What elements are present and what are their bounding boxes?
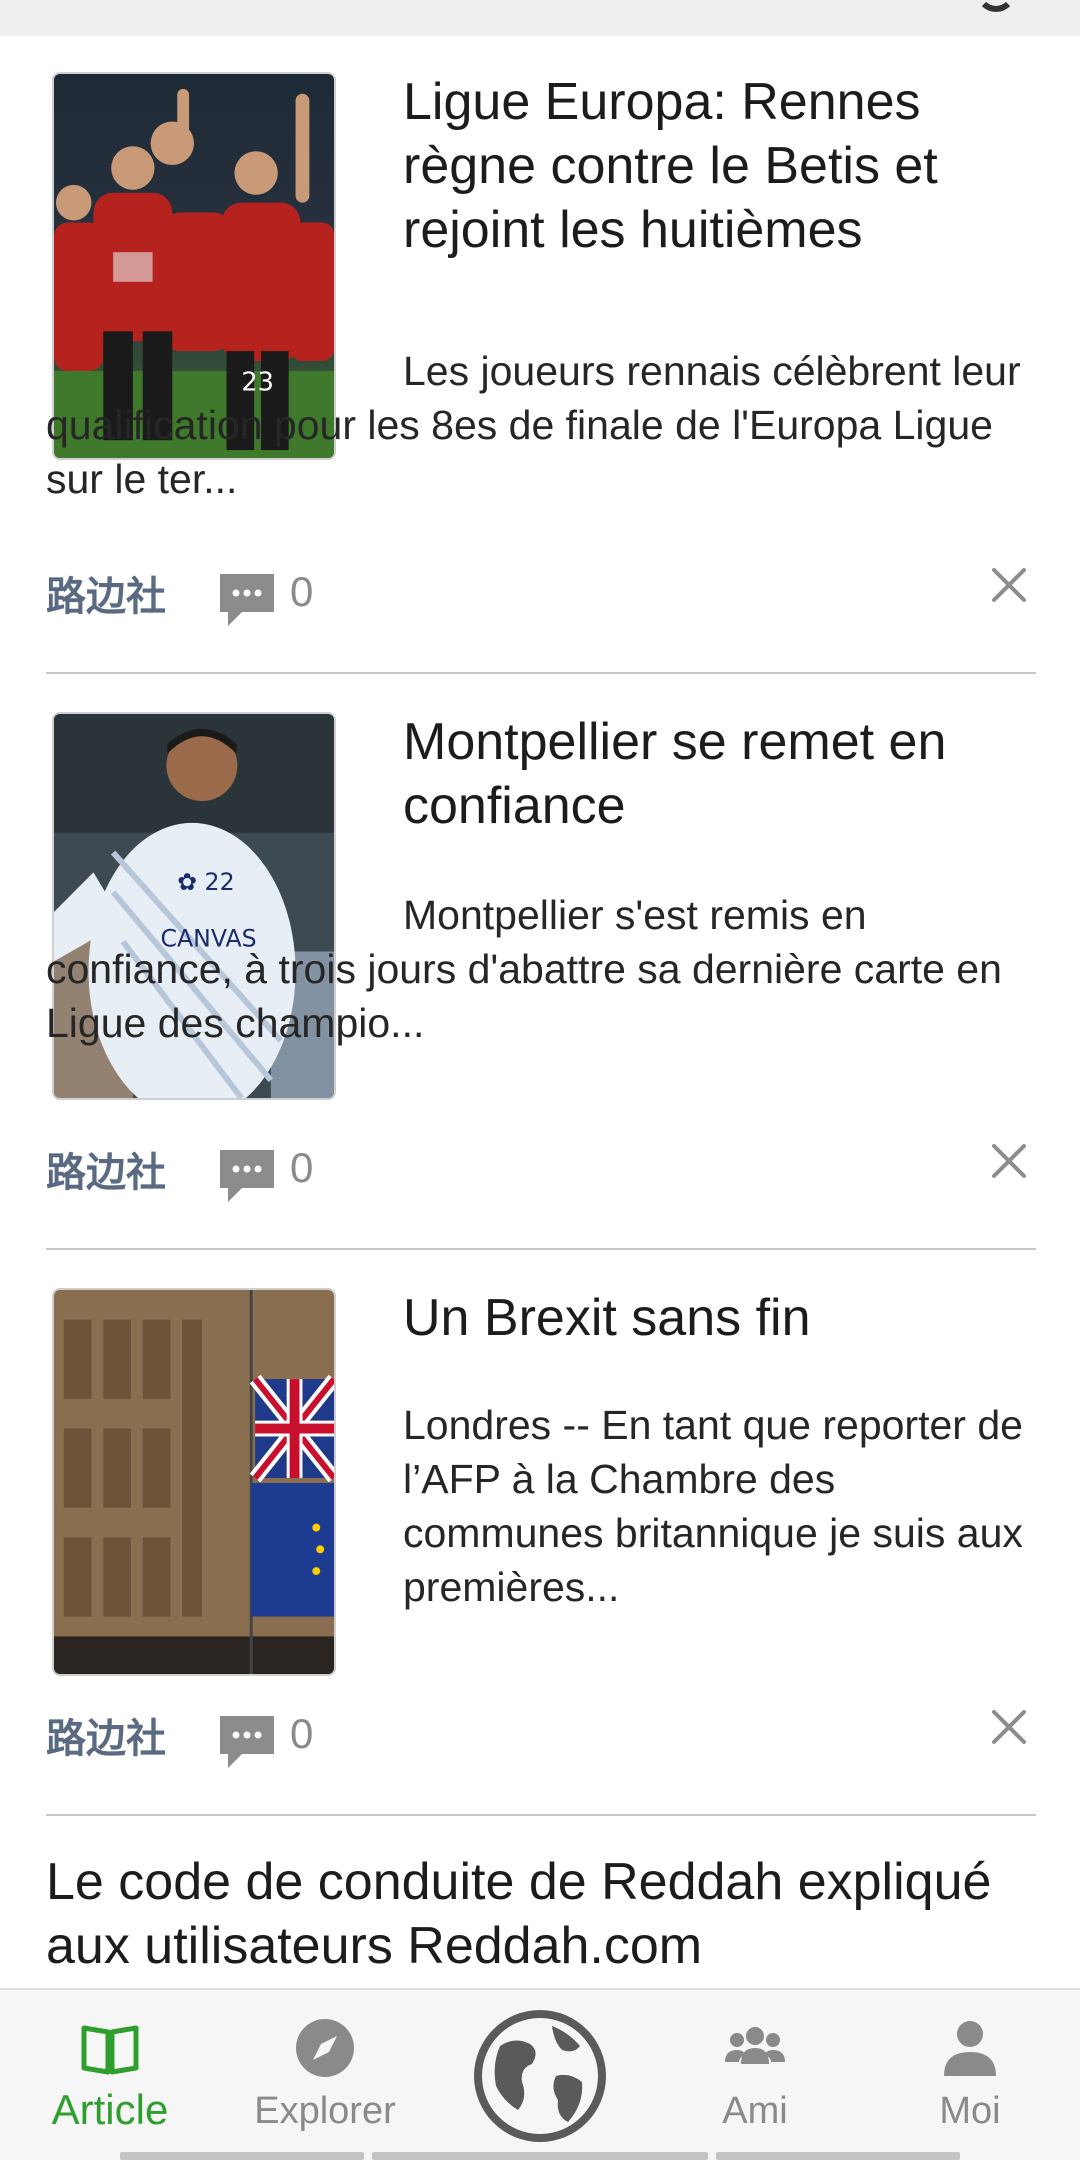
comment-count: 0: [290, 568, 314, 615]
article-thumbnail[interactable]: [52, 1288, 336, 1676]
article-feed[interactable]: 23 Ligue Europa: Rennes règne contre le …: [0, 36, 1080, 1988]
article-card[interactable]: 23 Ligue Europa: Rennes règne contre le …: [46, 72, 1036, 502]
people-icon: [725, 2027, 785, 2064]
partial-icon: [976, 0, 1016, 12]
compass-icon: [296, 2019, 354, 2077]
comment-bubble-icon[interactable]: [218, 1712, 276, 1770]
person-icon: [944, 2021, 996, 2076]
globe-icon[interactable]: [470, 2006, 610, 2146]
close-icon[interactable]: [984, 1702, 1034, 1752]
article-meta: 路边社 0: [46, 560, 1036, 630]
article-source[interactable]: 路边社: [46, 1140, 166, 1198]
comment-bubble-icon[interactable]: [218, 1146, 276, 1204]
nav-tab-article[interactable]: Article: [20, 1990, 200, 2160]
article-title[interactable]: Le code de conduite de Reddah expliqué a…: [46, 1850, 1046, 1978]
article-card[interactable]: ✿ 22 CANVAS Montpellier se remet en conf…: [46, 712, 1036, 1132]
bottom-navigation: Article Explorer Ami Moi: [0, 1988, 1080, 2160]
parliament-flags-image: [54, 1290, 334, 1674]
comment-count: 0: [290, 1710, 314, 1757]
comment-bubble-icon[interactable]: [218, 570, 276, 628]
nav-label: Moi: [939, 2090, 1001, 2132]
article-title[interactable]: Montpellier se remet en confiance: [403, 710, 1043, 838]
nav-tab-explorer[interactable]: Explorer: [230, 1990, 420, 2160]
article-card[interactable]: Un Brexit sans fin Londres -- En tant qu…: [46, 1288, 1036, 1708]
nav-label: Ami: [722, 2090, 788, 2132]
close-icon[interactable]: [984, 1136, 1034, 1186]
nav-tab-ami[interactable]: Ami: [660, 1990, 850, 2160]
article-title[interactable]: Ligue Europa: Rennes règne contre le Bet…: [403, 70, 1043, 262]
close-icon[interactable]: [984, 560, 1034, 610]
article-source[interactable]: 路边社: [46, 1706, 166, 1764]
article-summary[interactable]: Les joueurs rennais célèbrent leur quali…: [46, 344, 1036, 506]
article-title[interactable]: Un Brexit sans fin: [403, 1286, 1043, 1350]
nav-tab-moi[interactable]: Moi: [880, 1990, 1060, 2160]
book-icon: [81, 2025, 139, 2075]
gesture-bar: [120, 2152, 960, 2160]
nav-label: Article: [51, 2086, 169, 2133]
nav-label: Explorer: [254, 2090, 396, 2132]
comment-count: 0: [290, 1144, 314, 1191]
article-summary[interactable]: Montpellier s'est remis en confiance, à …: [46, 888, 1036, 1050]
article-summary[interactable]: Londres -- En tant que reporter de l’AFP…: [403, 1398, 1043, 1614]
divider: [46, 1814, 1036, 1816]
divider: [46, 672, 1036, 674]
divider: [46, 1248, 1036, 1250]
article-meta: 路边社 0: [46, 1136, 1036, 1206]
article-meta: 路边社 0: [46, 1702, 1036, 1772]
article-source[interactable]: 路边社: [46, 564, 166, 622]
top-status-strip: [0, 0, 1080, 36]
